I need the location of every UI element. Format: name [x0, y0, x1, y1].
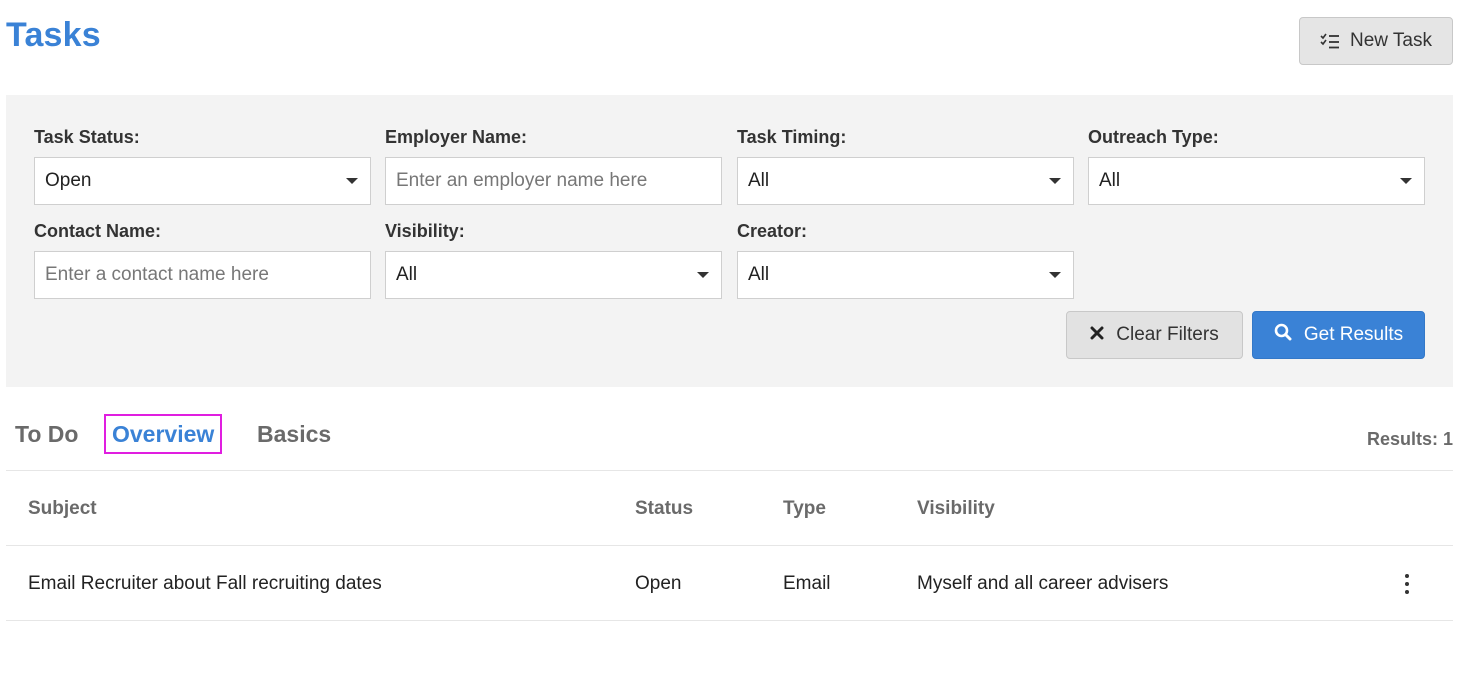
creator-value: All — [748, 264, 770, 285]
get-results-label: Get Results — [1303, 324, 1404, 345]
column-header-subject[interactable]: Subject — [28, 471, 97, 546]
contact-name-input[interactable]: Enter a contact name here — [34, 251, 371, 299]
task-timing-label: Task Timing: — [737, 127, 847, 147]
column-header-visibility[interactable]: Visibility — [917, 471, 995, 546]
column-header-status[interactable]: Status — [635, 471, 693, 546]
task-status-filter: Task Status: Open — [34, 124, 371, 205]
task-subject[interactable]: Email Recruiter about Fall recruiting da… — [28, 546, 382, 621]
tab-to-do[interactable]: To Do — [15, 416, 78, 452]
contact-name-filter: Contact Name: Enter a contact name here — [34, 218, 371, 299]
chevron-down-icon — [346, 178, 358, 184]
column-header-type[interactable]: Type — [783, 471, 826, 546]
chevron-down-icon — [1400, 178, 1412, 184]
clear-filters-label: Clear Filters — [1116, 324, 1219, 345]
chevron-down-icon — [1049, 272, 1061, 278]
task-list-icon — [1320, 33, 1340, 49]
chevron-down-icon — [697, 272, 709, 278]
visibility-filter: Visibility: All — [385, 218, 722, 299]
task-status-value: Open — [45, 170, 92, 191]
close-x-icon — [1090, 324, 1104, 346]
clear-filters-button[interactable]: Clear Filters — [1066, 311, 1243, 359]
outreach-type-value: All — [1099, 170, 1121, 191]
results-count: Results: 1 — [1366, 429, 1453, 449]
visibility-label: Visibility: — [385, 221, 465, 241]
task-timing-select[interactable]: All — [737, 157, 1074, 205]
task-type: Email — [783, 573, 831, 594]
tab-basics[interactable]: Basics — [257, 416, 331, 452]
table-row[interactable]: Email Recruiter about Fall recruiting da… — [6, 546, 1453, 621]
tasks-table: Subject Status Type Visibility Email Rec… — [6, 470, 1453, 621]
visibility-select[interactable]: All — [385, 251, 722, 299]
contact-name-placeholder: Enter a contact name here — [45, 264, 269, 285]
employer-name-placeholder: Enter an employer name here — [396, 170, 648, 191]
creator-filter: Creator: All — [737, 218, 1074, 299]
chevron-down-icon — [1049, 178, 1061, 184]
outreach-type-label: Outreach Type: — [1088, 127, 1219, 147]
task-timing-value: All — [748, 170, 770, 191]
new-task-label: New Task — [1349, 30, 1432, 51]
task-status-label: Task Status: — [34, 127, 140, 147]
task-visibility: Myself and all career advisers — [917, 573, 1169, 594]
employer-name-label: Employer Name: — [385, 127, 528, 147]
tab-overview[interactable]: Overview — [103, 414, 223, 454]
page-title: Tasks — [6, 16, 101, 54]
table-header-row: Subject Status Type Visibility — [6, 471, 1453, 546]
get-results-button[interactable]: Get Results — [1252, 311, 1425, 359]
visibility-value: All — [396, 264, 418, 285]
search-icon — [1274, 323, 1292, 347]
creator-label: Creator: — [737, 221, 808, 241]
filter-panel: Task Status: Open Employer Name: Enter a… — [6, 95, 1453, 387]
kebab-menu-icon[interactable] — [1401, 574, 1413, 594]
employer-name-filter: Employer Name: Enter an employer name he… — [385, 124, 722, 205]
new-task-button[interactable]: New Task — [1299, 17, 1453, 65]
employer-name-input[interactable]: Enter an employer name here — [385, 157, 722, 205]
outreach-type-filter: Outreach Type: All — [1088, 124, 1425, 205]
creator-select[interactable]: All — [737, 251, 1074, 299]
outreach-type-select[interactable]: All — [1088, 157, 1425, 205]
task-status: Open — [635, 573, 682, 594]
contact-name-label: Contact Name: — [34, 221, 162, 241]
task-timing-filter: Task Timing: All — [737, 124, 1074, 205]
task-status-select[interactable]: Open — [34, 157, 371, 205]
